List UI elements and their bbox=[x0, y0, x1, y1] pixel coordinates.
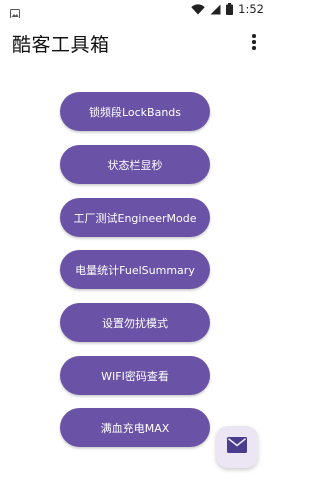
engineer-mode-button[interactable]: 工厂测试EngineerMode bbox=[60, 198, 210, 237]
signal-icon bbox=[210, 4, 221, 15]
app-title: 酷客工具箱 bbox=[12, 34, 110, 56]
lockbands-button[interactable]: 锁频段LockBands bbox=[60, 92, 210, 131]
overflow-menu-dot bbox=[252, 40, 256, 44]
wifi-icon bbox=[191, 3, 205, 15]
mail-fab-button[interactable] bbox=[216, 426, 258, 468]
wifi-password-button[interactable]: WIFI密码查看 bbox=[60, 356, 210, 395]
battery-icon bbox=[226, 3, 234, 15]
overflow-menu-dot bbox=[252, 46, 256, 50]
charge-max-button[interactable]: 满血充电MAX bbox=[60, 408, 210, 447]
status-bar-seconds-button[interactable]: 状态栏显秒 bbox=[60, 145, 210, 184]
overflow-menu-icon bbox=[252, 34, 256, 38]
app-bar: 酷客工具箱 bbox=[0, 18, 270, 66]
mail-icon bbox=[227, 437, 247, 457]
status-bar: 1:52 bbox=[0, 0, 270, 19]
status-time: 1:52 bbox=[238, 2, 264, 16]
overflow-menu-button[interactable] bbox=[244, 30, 264, 54]
image-notification-icon bbox=[10, 4, 20, 19]
dnd-mode-button[interactable]: 设置勿扰模式 bbox=[60, 303, 210, 342]
fuel-summary-button[interactable]: 电量统计FuelSummary bbox=[60, 250, 210, 289]
